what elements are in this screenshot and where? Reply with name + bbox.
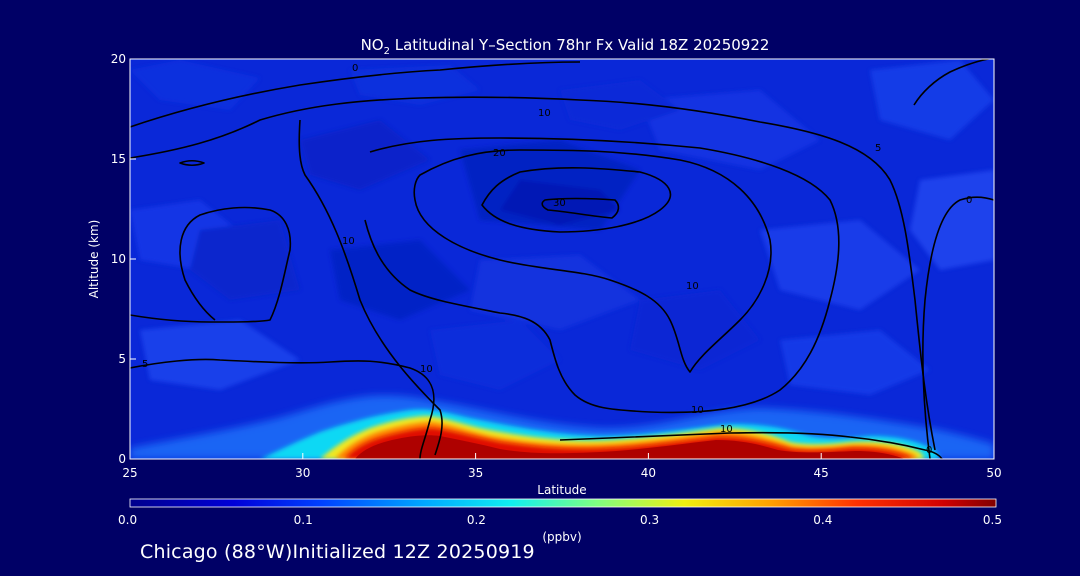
- contour-label: 10: [538, 108, 551, 119]
- colorbar-gradient: [130, 499, 996, 507]
- colorbar-ticks: 0.0 0.1 0.2 0.3 0.4 0.5: [118, 513, 1002, 527]
- x-tick-label: 30: [295, 466, 310, 480]
- x-tick-label: 45: [814, 466, 829, 480]
- colorbar-unit: (ppbv): [542, 530, 581, 544]
- contour-label: 10: [342, 236, 355, 247]
- y-tick-label: 0: [118, 452, 126, 466]
- contour-label: 0: [966, 195, 972, 206]
- contour-label: 10: [686, 281, 699, 292]
- contour-label: 10: [720, 424, 733, 435]
- contour-label: 0: [352, 63, 358, 74]
- chart-figure: NO2 Latitudinal Y–Section 78hr Fx Valid …: [87, 36, 1002, 544]
- chart-title: NO2 Latitudinal Y–Section 78hr Fx Valid …: [361, 36, 770, 57]
- colorbar-tick-label: 0.4: [813, 513, 832, 527]
- plot-area: 0 5 10 20 30 10 10 10 5 10 10 0 0: [130, 59, 994, 459]
- contour-label: 10: [420, 364, 433, 375]
- x-tick-label: 35: [468, 466, 483, 480]
- y-tick-label: 5: [118, 352, 126, 366]
- contour-label: 5: [875, 143, 881, 154]
- footer-caption: Chicago (88°W)Initialized 12Z 20250919: [140, 541, 535, 563]
- colorbar-tick-label: 0.5: [983, 513, 1002, 527]
- x-tick-label: 40: [641, 466, 656, 480]
- colorbar-tick-label: 0.2: [467, 513, 486, 527]
- colorbar-tick-label: 0.3: [640, 513, 659, 527]
- y-axis-label: Altitude (km): [87, 220, 101, 299]
- colorbar-tick-label: 0.1: [294, 513, 313, 527]
- y-tick-label: 15: [111, 152, 126, 166]
- colorbar-tick-label: 0.0: [118, 513, 137, 527]
- y-tick-label: 20: [111, 52, 126, 66]
- contour-label: 20: [493, 148, 506, 159]
- x-tick-label: 50: [986, 466, 1001, 480]
- contour-label: 5: [142, 359, 148, 370]
- contour-label: 30: [553, 198, 566, 209]
- contour-label: 10: [691, 405, 704, 416]
- contour-label: 0: [926, 445, 932, 456]
- y-tick-label: 10: [111, 252, 126, 266]
- colorbar: 0.0 0.1 0.2 0.3 0.4 0.5 (ppbv): [118, 498, 1002, 544]
- x-axis-label: Latitude: [537, 483, 586, 497]
- x-tick-label: 25: [122, 466, 137, 480]
